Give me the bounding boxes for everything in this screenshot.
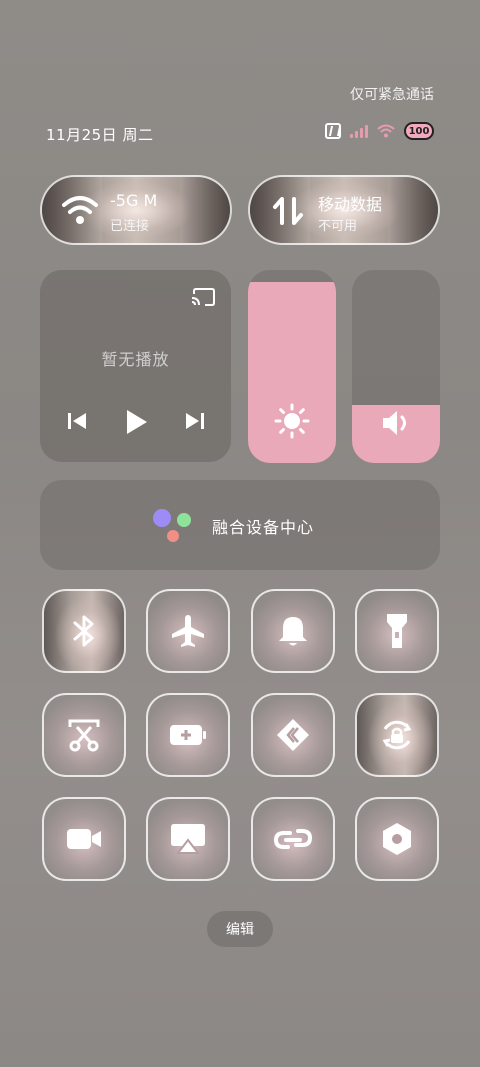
nfc-icon — [325, 123, 341, 139]
device-center-card[interactable]: 融合设备中心 — [40, 480, 440, 570]
ring-mode-toggle[interactable] — [251, 589, 335, 673]
battery-saver-toggle[interactable] — [146, 693, 230, 777]
battery-saver-icon — [170, 725, 206, 745]
wifi-tile[interactable]: -5G M 已连接 — [40, 175, 232, 245]
airplane-icon — [172, 615, 204, 647]
date-text: 11月25日 周二 — [46, 126, 154, 144]
play-icon[interactable] — [122, 408, 150, 436]
share-icon — [277, 719, 309, 751]
rotation-lock-icon — [382, 720, 412, 750]
settings-hex-icon — [383, 823, 411, 855]
flashlight-toggle[interactable] — [355, 589, 439, 673]
edit-button[interactable]: 编辑 — [207, 911, 273, 947]
screenshot-scissors-icon — [68, 719, 100, 752]
wifi-icon — [62, 196, 98, 224]
video-camera-icon — [67, 829, 101, 849]
screenshot-toggle[interactable] — [42, 693, 126, 777]
bluetooth-icon — [73, 615, 94, 647]
mobile-data-label: 移动数据 — [318, 195, 383, 214]
mobile-data-status: 不可用 — [318, 219, 358, 234]
no-playback-text: 暂无播放 — [101, 350, 170, 369]
settings-toggle[interactable] — [355, 797, 439, 881]
sun-icon — [274, 403, 310, 439]
link-icon — [273, 829, 313, 849]
link-toggle[interactable] — [251, 797, 335, 881]
wifi-status-icon — [377, 124, 395, 138]
device-center-label: 融合设备中心 — [212, 518, 315, 537]
cast-icon[interactable] — [191, 288, 215, 306]
rotation-lock-toggle[interactable] — [355, 693, 439, 777]
wifi-status: 已连接 — [110, 219, 150, 234]
previous-icon[interactable] — [66, 410, 88, 432]
media-player-card[interactable]: 暂无播放 — [40, 270, 231, 462]
emergency-call-only-text: 仅可紧急通话 — [350, 87, 434, 103]
speaker-icon — [383, 411, 406, 435]
bell-icon — [279, 617, 307, 646]
brightness-slider[interactable] — [248, 270, 336, 463]
airplane-mode-toggle[interactable] — [146, 589, 230, 673]
next-icon[interactable] — [184, 410, 206, 432]
bluetooth-toggle[interactable] — [42, 589, 126, 673]
status-bar-icons: 100 — [325, 122, 434, 140]
wifi-network-name: -5G M — [110, 191, 158, 210]
screen-mirror-icon — [171, 824, 205, 854]
volume-slider[interactable] — [352, 270, 440, 463]
screen-mirror-toggle[interactable] — [146, 797, 230, 881]
signal-icon — [350, 124, 368, 138]
mobile-data-tile[interactable]: 移动数据 不可用 — [248, 175, 440, 245]
share-toggle[interactable] — [251, 693, 335, 777]
data-arrows-icon — [273, 197, 303, 225]
screen-record-toggle[interactable] — [42, 797, 126, 881]
flashlight-icon — [387, 614, 407, 648]
battery-icon: 100 — [404, 122, 434, 140]
device-center-icon — [153, 509, 191, 542]
